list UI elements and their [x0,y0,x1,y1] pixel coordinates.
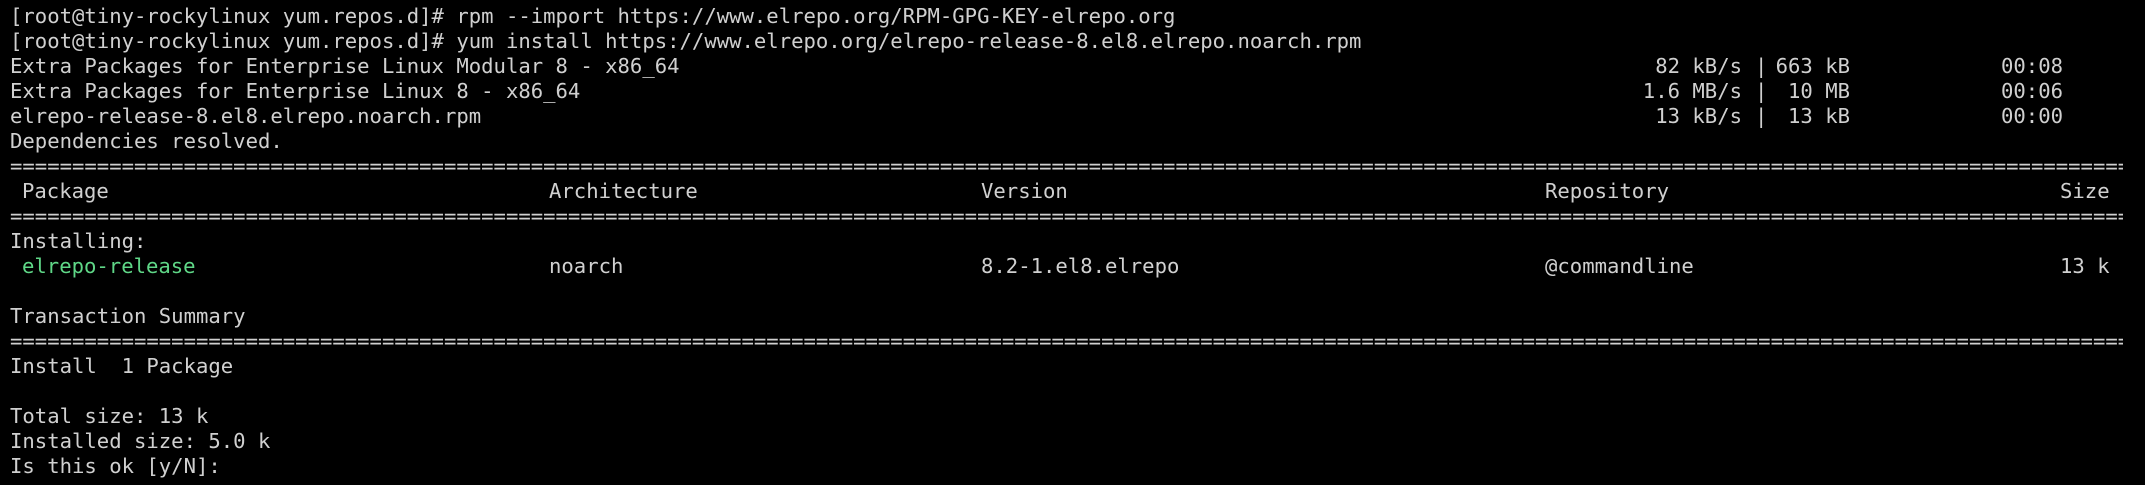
package-size: 13 k [2060,254,2110,278]
package-architecture: noarch [549,254,624,278]
header-size: Size [2060,179,2110,203]
download-separator: | [1755,104,1768,128]
header-repository: Repository [1545,179,1669,203]
dependencies-resolved: Dependencies resolved. [10,129,283,153]
separator-rule: ========================================… [10,204,2123,228]
download-name: Extra Packages for Enterprise Linux Modu… [10,54,680,78]
download-size: 10 MB [1788,79,1850,103]
total-size: Total size: 13 k [10,404,209,428]
package-repository: @commandline [1545,254,1694,278]
download-speed: 82 kB/s [1655,54,1742,78]
download-separator: | [1755,54,1768,78]
header-package: Package [22,179,109,203]
download-time: 00:00 [2001,104,2063,128]
install-count: Install 1 Package [10,354,234,378]
download-speed: 13 kB/s [1655,104,1742,128]
installing-label: Installing: [10,229,147,253]
package-version: 8.2-1.el8.elrepo [981,254,1180,278]
download-separator: | [1755,79,1768,103]
package-name: elrepo-release [22,254,196,278]
confirm-prompt[interactable]: Is this ok [y/N]: [10,454,221,479]
header-architecture: Architecture [549,179,698,203]
download-name: elrepo-release-8.el8.elrepo.noarch.rpm [10,104,482,128]
download-size: 663 kB [1775,54,1850,78]
header-version: Version [981,179,1068,203]
download-time: 00:06 [2001,79,2063,103]
separator-rule: ========================================… [10,154,2123,178]
transaction-summary: Transaction Summary [10,304,246,328]
terminal-window[interactable]: [root@tiny-rockylinux yum.repos.d]# rpm … [0,0,2145,485]
command-line-rpm-import: [root@tiny-rockylinux yum.repos.d]# rpm … [10,4,1176,28]
command-line-yum-install: [root@tiny-rockylinux yum.repos.d]# yum … [10,29,1362,53]
download-name: Extra Packages for Enterprise Linux 8 - … [10,79,581,103]
download-time: 00:08 [2001,54,2063,78]
download-size: 13 kB [1788,104,1850,128]
separator-rule: ========================================… [10,329,2123,353]
download-speed: 1.6 MB/s [1642,79,1742,103]
installed-size: Installed size: 5.0 k [10,429,271,453]
